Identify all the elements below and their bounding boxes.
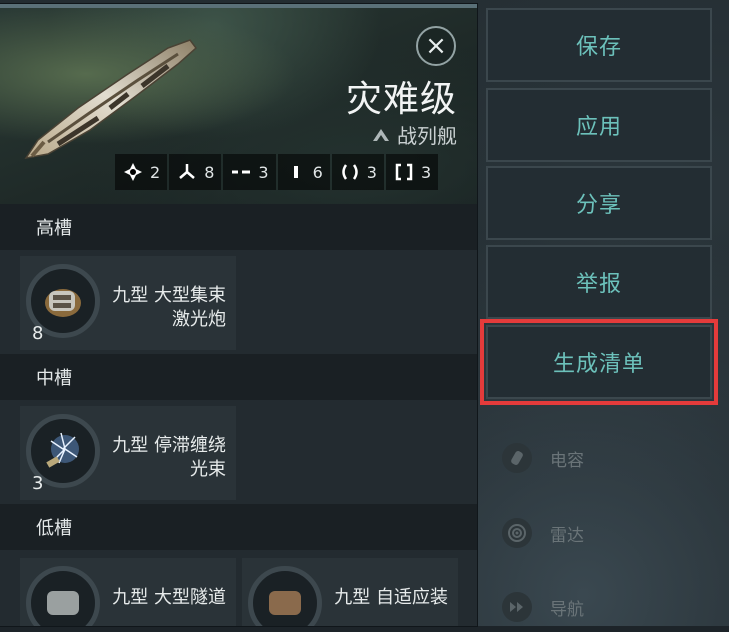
stat-shield: 3 <box>331 154 384 190</box>
module-name-line2: 激光炮 <box>172 309 226 330</box>
module-name: 九型 大型集束 激光炮 <box>86 284 226 332</box>
module-low-2[interactable]: 九型 自适应装 <box>242 558 458 626</box>
stat-value: 3 <box>366 162 377 182</box>
high-slot-area: 8 九型 大型集束 激光炮 <box>0 250 477 354</box>
module-name-line1: 九型 停滞缠绕 <box>112 435 226 456</box>
save-button[interactable]: 保存 <box>486 8 712 82</box>
module-count: 8 <box>32 323 44 344</box>
mid-slot-area: 3 九型 停滞缠绕 光束 <box>0 400 477 504</box>
context-menu: 保存 应用 分享 举报 生成清单 电容 雷达 导航 <box>478 0 729 626</box>
ship-fitting-panel: × 灾难级 战列舰 2 8 3 6 3 3 高槽 8 九型 大型集束 激光炮 中… <box>0 4 477 626</box>
module-low-1[interactable]: 九型 大型隧道 <box>20 558 236 626</box>
apply-button[interactable]: 应用 <box>486 88 712 162</box>
module-name: 九型 自适应装 <box>308 586 448 610</box>
stat-value: 3 <box>420 162 432 182</box>
drone-icon <box>124 163 142 181</box>
stat-turrets: 8 <box>169 154 222 190</box>
launcher-icon <box>232 170 251 174</box>
radar-icon <box>502 518 532 548</box>
section-low-slots: 低槽 <box>0 504 477 550</box>
stat-value: 3 <box>258 162 269 182</box>
stat-value: 8 <box>204 162 215 182</box>
module-name-line2: 光束 <box>190 459 226 480</box>
slot-stats-row: 2 8 3 6 3 3 <box>115 154 439 190</box>
module-high-laser[interactable]: 8 九型 大型集束 激光炮 <box>20 256 236 350</box>
low-slot-area: 九型 大型隧道 九型 自适应装 <box>0 550 477 626</box>
stat-bracket: 3 <box>385 154 439 190</box>
module-name-line1: 九型 大型隧道 <box>112 587 226 608</box>
side-item-label: 雷达 <box>550 525 584 546</box>
section-mid-slots: 中槽 <box>0 354 477 400</box>
section-high-slots: 高槽 <box>0 204 477 250</box>
module-mid-web[interactable]: 3 九型 停滞缠绕 光束 <box>20 406 236 500</box>
stat-rigs: 6 <box>277 154 330 190</box>
ship-class: 战列舰 <box>371 120 457 149</box>
side-item-capacitor[interactable]: 电容 <box>488 433 710 483</box>
ship-class-label: 战列舰 <box>397 124 457 148</box>
ship-hero: × 灾难级 战列舰 2 8 3 6 3 3 <box>0 4 477 204</box>
close-icon: × <box>425 31 447 61</box>
stat-drones: 2 <box>115 154 168 190</box>
share-button[interactable]: 分享 <box>486 166 712 240</box>
report-button[interactable]: 举报 <box>486 245 712 319</box>
navigation-icon <box>502 592 532 622</box>
side-item-nav[interactable]: 导航 <box>488 582 710 632</box>
turret-icon <box>179 164 196 179</box>
module-name: 九型 停滞缠绕 光束 <box>86 434 226 482</box>
capacitor-icon <box>502 443 532 473</box>
rig-icon <box>293 166 298 178</box>
ship-name: 灾难级 <box>345 79 457 120</box>
rank-chevron-icon <box>373 128 389 141</box>
side-item-label: 电容 <box>550 450 584 471</box>
bracket-icon <box>395 163 413 181</box>
side-item-radar[interactable]: 雷达 <box>488 508 710 558</box>
side-item-label: 导航 <box>550 599 584 620</box>
stat-value: 2 <box>150 162 161 182</box>
module-name-line1: 九型 自适应装 <box>334 587 448 608</box>
module-name-line1: 九型 大型集束 <box>112 285 226 306</box>
panel-top-strip <box>0 4 477 8</box>
shield-icon <box>342 164 358 180</box>
module-name: 九型 大型隧道 <box>86 586 226 610</box>
stat-value: 6 <box>312 162 323 182</box>
ship-image <box>24 39 198 160</box>
stat-launchers: 3 <box>223 154 276 190</box>
module-count: 3 <box>32 473 44 494</box>
close-button[interactable]: × <box>416 26 456 66</box>
generate-list-button[interactable]: 生成清单 <box>480 319 718 405</box>
